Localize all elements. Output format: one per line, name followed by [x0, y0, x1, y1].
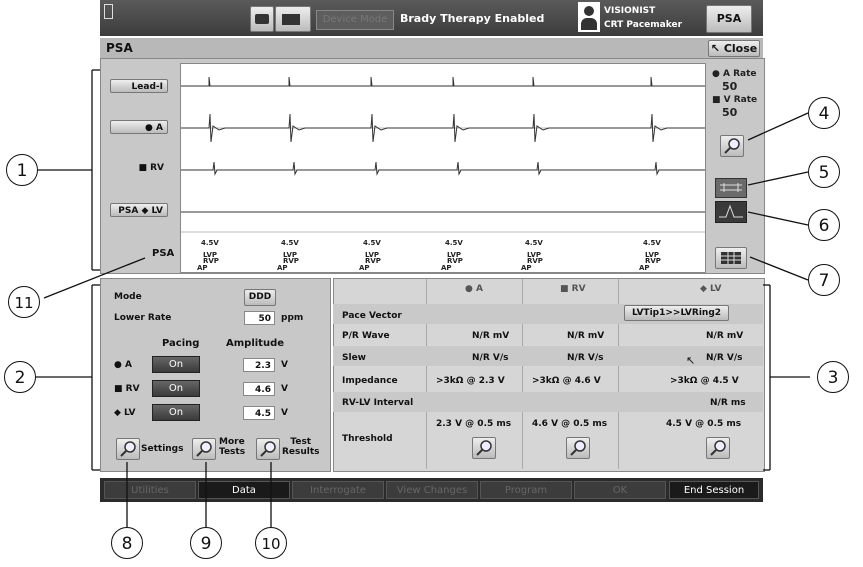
callout-2: 2	[4, 361, 36, 393]
callout-11: 11	[8, 286, 40, 318]
callout-3: 3	[817, 361, 849, 393]
callout-8: 8	[111, 527, 143, 559]
callout-9: 9	[190, 527, 222, 559]
callout-6: 6	[808, 209, 840, 241]
callout-7: 7	[808, 264, 840, 296]
callout-10: 10	[255, 527, 287, 559]
callout-lines	[36, 69, 810, 527]
callout-1: 1	[6, 154, 38, 186]
callout-4: 4	[808, 97, 840, 129]
callout-5: 5	[808, 156, 840, 188]
